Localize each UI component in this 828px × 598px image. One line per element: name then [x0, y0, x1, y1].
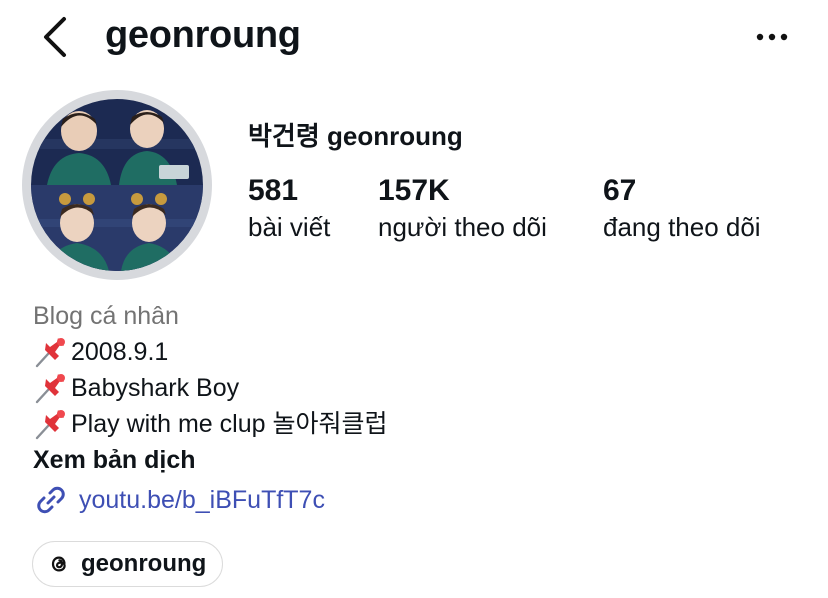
stat-following-count: 67: [603, 174, 637, 207]
bio-link-text: youtu.be/b_iBFuTfT7c: [79, 486, 325, 514]
avatar-image: [31, 99, 203, 271]
avatar-ring[interactable]: [22, 90, 212, 280]
stat-followers[interactable]: 157K người theo dõi: [378, 174, 547, 244]
stat-posts-label: bài viết: [248, 212, 331, 242]
stat-followers-label: người theo dõi: [378, 212, 547, 242]
stat-posts-count: 581: [248, 174, 299, 207]
profile-bio: Blog cá nhân 2008.9.1 Babyshark Boy Play…: [33, 298, 387, 518]
page-title: geonroung: [105, 14, 301, 56]
bio-text: Play with me clup 놀아줘클럽: [71, 410, 388, 438]
back-button[interactable]: [36, 14, 76, 60]
threads-icon: [51, 556, 66, 572]
pushpin-icon: [35, 410, 65, 440]
bio-line: Babyshark Boy: [33, 370, 387, 406]
bio-text: Babyshark Boy: [71, 374, 240, 402]
pushpin-icon: [35, 374, 65, 404]
stat-followers-count: 157K: [378, 174, 450, 207]
bio-line: 2008.9.1: [33, 334, 387, 370]
chevron-left-icon: [44, 17, 66, 57]
more-horizontal-icon: [756, 33, 788, 41]
bio-link[interactable]: youtu.be/b_iBFuTfT7c: [33, 482, 387, 518]
threads-profile-button[interactable]: geonroung: [32, 541, 224, 587]
bio-line: Play with me clup 놀아줘클럽: [33, 406, 387, 442]
profile-display-name: 박건령 geonroung: [248, 121, 463, 151]
see-translation-button[interactable]: Xem bản dịch: [33, 442, 387, 478]
bio-birthday: 2008.9.1: [71, 338, 169, 366]
avatar[interactable]: [31, 99, 203, 271]
link-icon: [37, 486, 65, 514]
pushpin-icon: [35, 338, 65, 368]
profile-header: geonroung: [0, 0, 828, 76]
more-options-button[interactable]: [750, 22, 794, 52]
threads-username: geonroung: [81, 550, 207, 577]
stat-posts[interactable]: 581 bài viết: [248, 174, 330, 244]
profile-category: Blog cá nhân: [33, 302, 179, 330]
stat-following[interactable]: 67 đang theo dõi: [603, 174, 761, 244]
stat-following-label: đang theo dõi: [603, 212, 761, 242]
